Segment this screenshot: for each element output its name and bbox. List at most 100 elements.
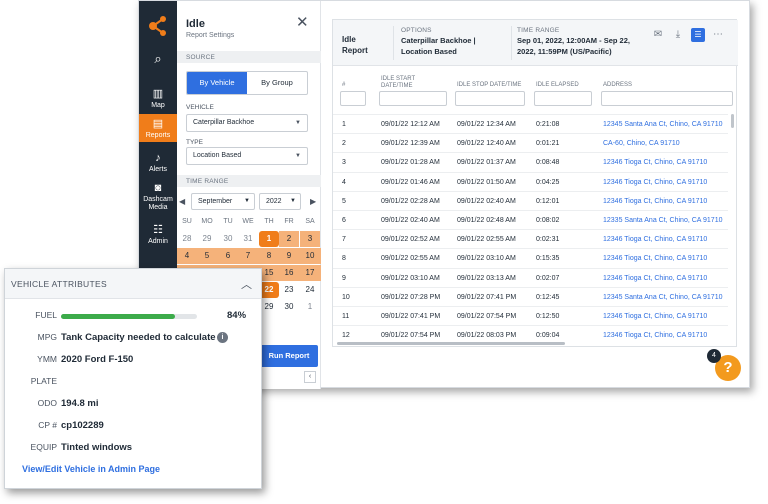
calendar-day[interactable]: 30 <box>218 234 238 243</box>
filter-input-elapsed[interactable] <box>534 91 592 106</box>
filter-input-stop[interactable] <box>455 91 525 106</box>
info-icon[interactable]: i <box>217 332 228 343</box>
table-cell: 09/01/22 12:39 AM <box>381 140 440 148</box>
address-link[interactable]: 12346 Tioga Ct, Chino, CA 91710 <box>603 198 707 205</box>
calendar-day[interactable]: 30 <box>279 302 299 311</box>
calendar-day[interactable]: 31 <box>238 234 258 243</box>
calendar-day[interactable]: 24 <box>300 285 320 294</box>
month-select[interactable]: September ▼ <box>191 193 255 210</box>
nav-item-dashcam[interactable]: ◙ Dashcam Media <box>139 183 177 212</box>
table-cell: 0:09:04 <box>536 332 560 340</box>
address-link[interactable]: 12345 Santa Ana Ct, Chino, CA 91710 <box>603 294 722 301</box>
calendar-day[interactable]: 29 <box>259 302 279 311</box>
nav-search[interactable]: ⌕ <box>139 51 177 66</box>
table-row[interactable]: 5 09/01/22 02:28 AM 09/01/22 02:40 AM 0:12:… <box>333 190 728 211</box>
type-select[interactable]: Location Based ▼ <box>186 147 308 165</box>
address-link[interactable]: 12345 Santa Ana Ct, Chino, CA 91710 <box>603 121 722 128</box>
filter-input-start[interactable] <box>379 91 447 106</box>
vehicle-attributes-card: VEHICLE ATTRIBUTES ︿ FUEL 84% MPG Tank C… <box>4 268 262 489</box>
calendar-day[interactable]: 7 <box>238 251 258 260</box>
calendar-day[interactable]: 5 <box>197 251 217 260</box>
filter-icon[interactable]: ☰ <box>691 28 705 42</box>
calendar-day[interactable]: 1 <box>300 302 320 311</box>
table-row[interactable]: 11 09/01/22 07:41 PM 09/01/22 07:54 PM 0:12… <box>333 306 728 326</box>
nav-item-admin[interactable]: ☷ Admin <box>139 225 177 246</box>
chevron-up-icon[interactable]: ︿ <box>241 276 252 292</box>
attr-row-fuel: FUEL 84% <box>5 310 261 326</box>
calendar-week: 28 29 30 31 1 2 3 <box>177 231 321 247</box>
table-cell: 09/01/22 07:41 PM <box>457 293 517 301</box>
screen: ⌕ ▥ Map ▤ Reports ♪ Alerts ◙ Dashcam Med… <box>0 0 768 504</box>
close-icon[interactable]: ✕ <box>296 15 309 30</box>
collapse-panel-button[interactable]: ‹ <box>304 371 316 383</box>
email-icon[interactable]: ✉ <box>651 28 665 42</box>
table-row[interactable]: 9 09/01/22 03:10 AM 09/01/22 03:13 AM 0:02:… <box>333 267 728 288</box>
vehicle-select[interactable]: Caterpillar Backhoe ▼ <box>186 114 308 132</box>
table-cell: 09/01/22 01:50 AM <box>457 178 516 186</box>
calendar-day[interactable]: 16 <box>279 268 299 277</box>
table-row[interactable]: 2 09/01/22 12:39 AM 09/01/22 12:40 AM 0:01:… <box>333 133 728 153</box>
calendar-day[interactable]: 29 <box>197 234 217 243</box>
calendar-day[interactable]: 10 <box>300 251 320 260</box>
horizontal-scrollbar[interactable] <box>337 342 565 345</box>
next-month-icon[interactable]: ▶ <box>310 197 316 206</box>
table-row[interactable]: 8 09/01/22 02:55 AM 09/01/22 03:10 AM 0:15:… <box>333 248 728 268</box>
table-cell: 0:02:07 <box>536 274 560 282</box>
calendar-day[interactable]: 17 <box>300 268 320 277</box>
section-source: SOURCE <box>177 51 321 63</box>
address-link[interactable]: 12346 Tioga Ct, Chino, CA 91710 <box>603 236 707 243</box>
nav-item-alerts[interactable]: ♪ Alerts <box>139 153 177 174</box>
calendar-day[interactable]: 23 <box>279 285 299 294</box>
filter-input-number[interactable] <box>340 91 366 106</box>
address-link[interactable]: 12346 Tioga Ct, Chino, CA 91710 <box>603 313 707 320</box>
download-icon[interactable]: ⤓ <box>671 28 685 42</box>
calendar-day[interactable]: 2 <box>279 231 299 247</box>
calendar-day-range-end[interactable]: 22 <box>259 282 279 298</box>
calendar-day[interactable]: 9 <box>279 251 299 260</box>
brand-logo-icon[interactable] <box>147 15 169 37</box>
weekday-label: SU <box>182 218 192 225</box>
weekday-label: TU <box>223 218 233 225</box>
table-row[interactable]: 3 09/01/22 01:28 AM 09/01/22 01:37 AM 0:08:… <box>333 152 728 172</box>
vertical-scrollbar[interactable] <box>731 114 734 128</box>
more-icon[interactable]: ⋯ <box>711 28 725 42</box>
prev-month-icon[interactable]: ◀ <box>179 197 185 206</box>
calendar-day[interactable]: 15 <box>259 268 279 277</box>
by-vehicle-button[interactable]: By Vehicle <box>187 72 247 94</box>
address-link[interactable]: 12346 Tioga Ct, Chino, CA 91710 <box>603 159 707 166</box>
table-row[interactable]: 7 09/01/22 02:52 AM 09/01/22 02:55 AM 0:02:… <box>333 229 728 249</box>
year-select[interactable]: 2022 ▼ <box>259 193 301 210</box>
table-row[interactable]: 4 09/01/22 01:46 AM 09/01/22 01:50 AM 0:04:… <box>333 171 728 192</box>
edit-vehicle-link[interactable]: View/Edit Vehicle in Admin Page <box>22 464 160 474</box>
table-cell: 09/01/22 12:34 AM <box>457 121 516 128</box>
address-link[interactable]: 12346 Tioga Ct, Chino, CA 91710 <box>603 332 707 339</box>
address-link[interactable]: 12346 Tioga Ct, Chino, CA 91710 <box>603 179 707 186</box>
nav-item-map[interactable]: ▥ Map <box>139 89 177 110</box>
by-group-button[interactable]: By Group <box>247 72 307 94</box>
type-select-value: Location Based <box>193 152 242 159</box>
calendar-day[interactable]: 28 <box>177 234 197 243</box>
run-report-button[interactable]: Run Report <box>260 345 318 367</box>
search-icon: ⌕ <box>154 51 162 66</box>
calendar-day-range-start[interactable]: 1 <box>259 231 279 247</box>
table-cell: 09/01/22 02:40 AM <box>381 217 440 224</box>
table-cell: 09/01/22 07:41 PM <box>381 313 441 320</box>
nav-item-label: Map <box>151 102 165 109</box>
table-row[interactable]: 6 09/01/22 02:40 AM 09/01/22 02:48 AM 0:08:… <box>333 210 728 230</box>
address-link[interactable]: 12346 Tioga Ct, Chino, CA 91710 <box>603 255 707 262</box>
calendar-day[interactable]: 6 <box>218 251 238 260</box>
address-link[interactable]: CA-60, Chino, CA 91710 <box>603 140 680 147</box>
table-cell: 09/01/22 07:28 PM <box>381 293 441 301</box>
address-link[interactable]: 12335 Santa Ana Ct, Chino, CA 91710 <box>603 217 722 224</box>
table-cell: 09/01/22 02:28 AM <box>381 197 440 205</box>
calendar-day[interactable]: 3 <box>300 231 320 247</box>
attr-row-cp: CP # cp102289 <box>5 420 261 436</box>
panel-subtitle: Report Settings <box>186 32 235 39</box>
address-link[interactable]: 12346 Tioga Ct, Chino, CA 91710 <box>603 275 707 282</box>
calendar-day[interactable]: 4 <box>177 251 197 260</box>
table-row[interactable]: 10 09/01/22 07:28 PM 09/01/22 07:41 PM 0:12… <box>333 286 728 307</box>
nav-item-reports[interactable]: ▤ Reports <box>139 114 177 142</box>
table-row[interactable]: 1 09/01/22 12:12 AM 09/01/22 12:34 AM 0:21:… <box>333 114 728 134</box>
calendar-day[interactable]: 8 <box>259 251 279 260</box>
filter-input-address[interactable] <box>601 91 733 106</box>
